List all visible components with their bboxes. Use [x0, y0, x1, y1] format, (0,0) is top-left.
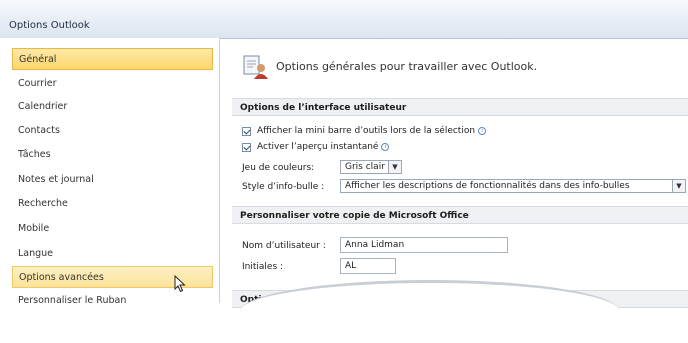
sidebar-item-label: Recherche	[18, 198, 68, 209]
mini-toolbar-checkbox[interactable]	[242, 126, 251, 136]
mouse-cursor-icon	[174, 275, 186, 293]
sidebar-item-search[interactable]: Recherche	[12, 193, 213, 215]
sidebar-item-customize-ribbon[interactable]: Personnaliser le Ruban	[12, 290, 213, 312]
sidebar-item-general[interactable]: Général	[12, 48, 213, 70]
color-scheme-select[interactable]: Gris clair ▼	[340, 160, 402, 174]
mini-toolbar-label: Afficher la mini barre d’outils lors de …	[257, 126, 476, 136]
username-value: Anna Lidman	[345, 240, 405, 250]
sidebar: Général Courrier Calendrier Contacts Tâc…	[0, 38, 220, 306]
tooltip-style-select[interactable]: Afficher les descriptions de fonctionnal…	[340, 179, 686, 193]
initials-field[interactable]: AL	[340, 258, 396, 274]
sidebar-item-mobile[interactable]: Mobile	[12, 218, 213, 240]
sidebar-item-calendar[interactable]: Calendrier	[12, 96, 213, 118]
live-preview-label: Activer l’aperçu instantané	[257, 142, 379, 152]
sidebar-item-label: Tâches	[18, 149, 51, 160]
page-header: Options générales pour travailler avec O…	[276, 60, 538, 73]
color-scheme-value: Gris clair	[345, 162, 385, 172]
tooltip-style-label: Style d’info-bulle :	[242, 182, 325, 192]
sidebar-item-label: Général	[19, 54, 57, 65]
initials-label: Initiales :	[242, 262, 284, 272]
general-options-icon	[243, 55, 268, 79]
username-label: Nom d’utilisateur :	[242, 241, 326, 251]
main-panel: Options générales pour travailler avec O…	[222, 38, 688, 308]
sidebar-item-mail[interactable]: Courrier	[12, 73, 213, 95]
live-preview-checkbox[interactable]	[242, 142, 251, 152]
sidebar-item-label: Notes et journal	[18, 174, 94, 185]
sidebar-item-contacts[interactable]: Contacts	[12, 120, 213, 142]
sidebar-item-label: Options avancées	[19, 272, 104, 283]
tooltip-style-value: Afficher les descriptions de fonctionnal…	[345, 181, 630, 191]
live-preview-option[interactable]: Activer l’aperçu instantané i	[242, 142, 390, 152]
sidebar-item-label: Mobile	[18, 223, 50, 234]
info-icon: i	[478, 127, 487, 135]
sidebar-item-notes-journal[interactable]: Notes et journal	[12, 169, 213, 191]
sidebar-item-label: Contacts	[18, 125, 60, 136]
initials-value: AL	[345, 261, 357, 271]
mini-toolbar-option[interactable]: Afficher la mini barre d’outils lors de …	[242, 126, 487, 136]
title-bar: Options Outlook	[0, 0, 688, 39]
username-field[interactable]: Anna Lidman	[340, 237, 508, 253]
info-icon: i	[381, 143, 390, 151]
section-office-copy: Personnaliser votre copie de Microsoft O…	[232, 206, 688, 224]
window-title: Options Outlook	[9, 20, 90, 31]
sidebar-item-label: Personnaliser le Ruban	[18, 295, 127, 306]
sidebar-item-label: Calendrier	[18, 101, 68, 112]
color-scheme-label: Jeu de couleurs:	[242, 163, 315, 173]
sidebar-item-language[interactable]: Langue	[12, 243, 213, 265]
section-ui-options: Options de l’interface utilisateur	[232, 98, 688, 116]
sidebar-item-label: Courrier	[18, 78, 57, 89]
decorative-arc	[240, 280, 620, 343]
sidebar-item-tasks[interactable]: Tâches	[12, 144, 213, 166]
sidebar-item-label: Langue	[18, 248, 54, 259]
chevron-down-icon[interactable]: ▼	[672, 180, 685, 192]
chevron-down-icon[interactable]: ▼	[388, 161, 401, 173]
